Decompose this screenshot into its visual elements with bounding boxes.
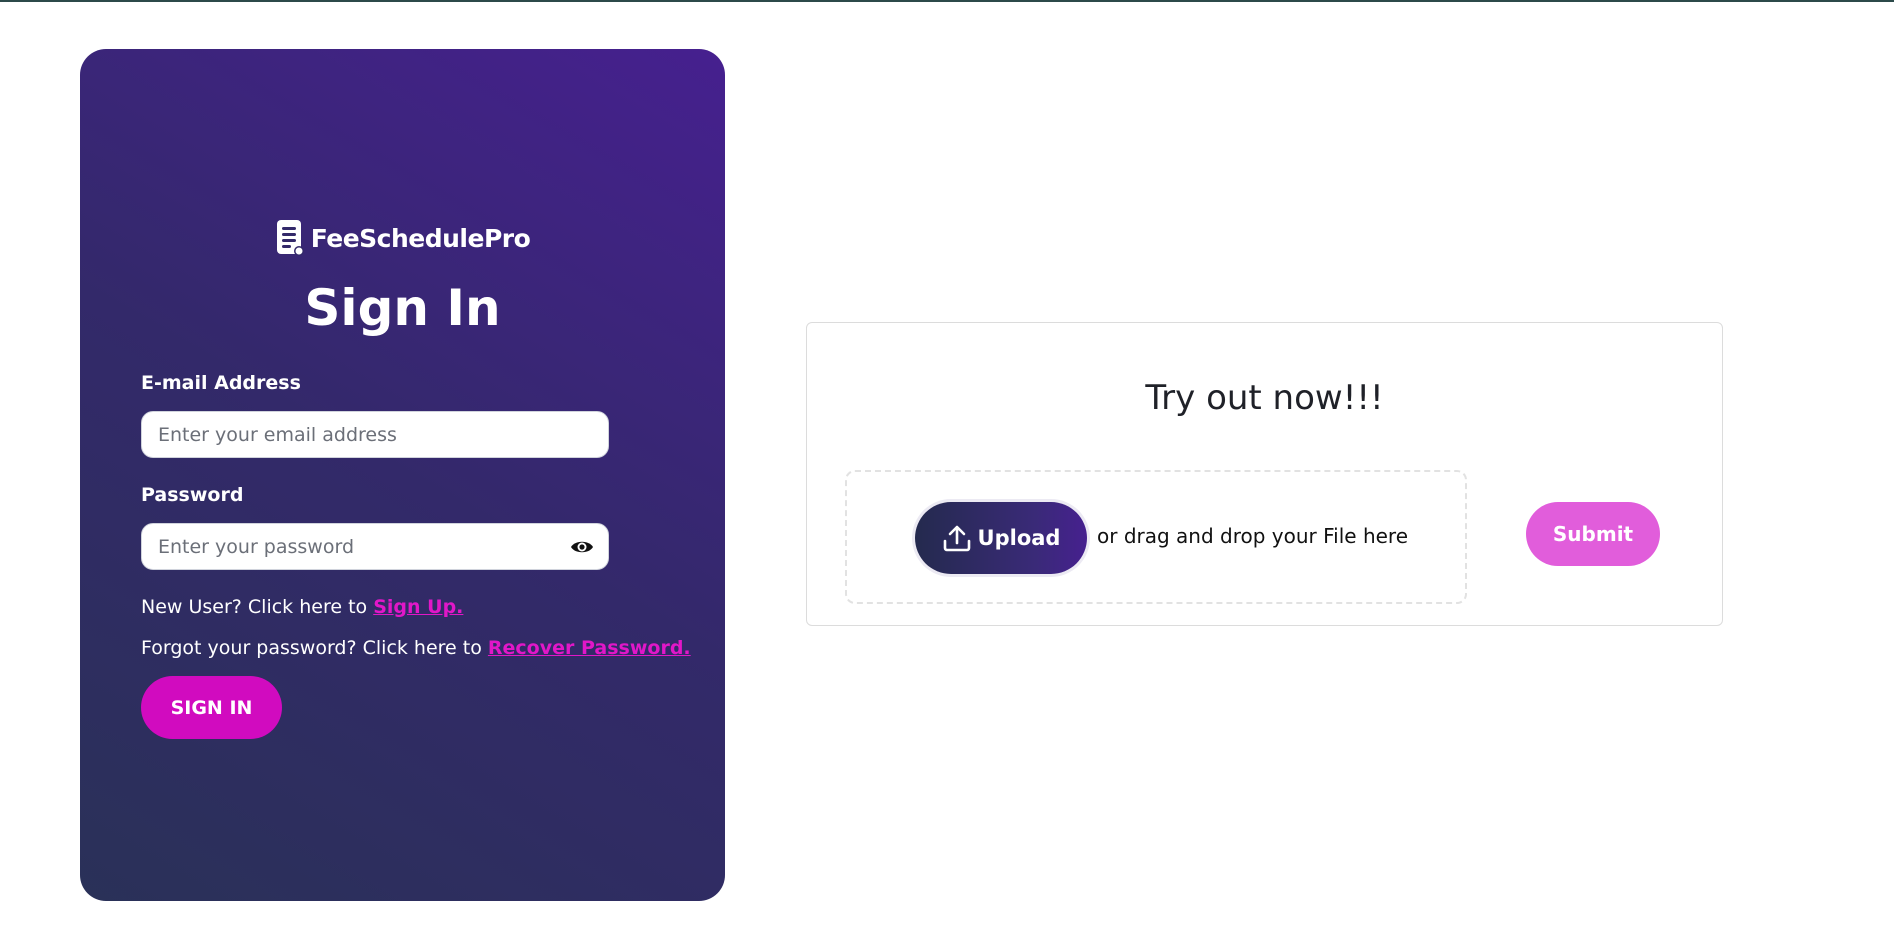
recover-prompt: Forgot your password? Click here to [141,637,488,659]
file-dropzone[interactable]: Upload or drag and drop your File here [845,470,1467,604]
submit-button[interactable]: Submit [1526,502,1660,566]
tryout-title: Try out now!!! [1145,378,1384,418]
page-title: Sign In [304,279,501,337]
document-icon [276,220,304,256]
signin-button[interactable]: SIGN IN [141,676,282,739]
drop-hint-text: or drag and drop your File here [1097,524,1409,548]
top-border [0,0,1894,2]
email-field[interactable] [142,412,608,457]
upload-button[interactable]: Upload [915,502,1087,574]
tryout-panel: Try out now!!! Upload or drag and drop y… [806,322,1723,626]
email-label: E-mail Address [141,372,301,394]
password-field-wrapper [141,523,609,570]
upload-button-label: Upload [977,526,1061,550]
brand-name: FeeSchedulePro [310,223,531,253]
signup-prompt: New User? Click here to [141,596,374,618]
password-field[interactable] [142,524,608,569]
password-label: Password [141,484,244,506]
signup-link[interactable]: Sign Up. [373,596,463,618]
upload-icon [943,525,970,552]
recover-password-link[interactable]: Recover Password. [488,637,691,659]
recover-line: Forgot your password? Click here to Reco… [141,637,691,659]
brand-logo: FeeSchedulePro [80,219,725,257]
eye-icon[interactable] [570,536,594,558]
signup-line: New User? Click here to Sign Up. [141,596,463,618]
email-field-wrapper [141,411,609,458]
signin-card: FeeSchedulePro Sign In E-mail Address Pa… [80,49,725,901]
